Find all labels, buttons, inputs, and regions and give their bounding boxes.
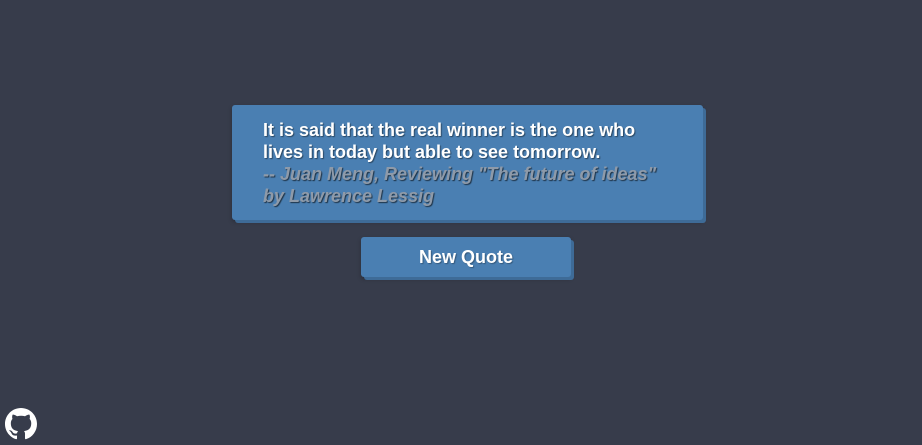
quote-author: -- Juan Meng, Reviewing "The future of i…	[263, 164, 657, 206]
github-link[interactable]	[5, 408, 37, 440]
github-icon	[5, 408, 37, 440]
new-quote-button[interactable]: New Quote	[361, 237, 571, 277]
quote-text: It is said that the real winner is the o…	[263, 120, 636, 162]
quote-card: It is said that the real winner is the o…	[232, 105, 703, 220]
